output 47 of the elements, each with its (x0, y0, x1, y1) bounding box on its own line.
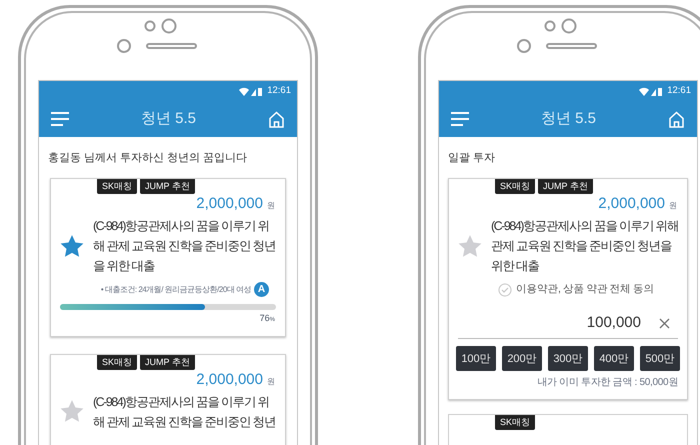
clear-icon[interactable] (659, 318, 670, 328)
preset-amount-button[interactable]: 300만 (548, 346, 588, 372)
preset-amount-button[interactable]: 200만 (502, 346, 542, 372)
tag-label: SK매칭 (97, 179, 138, 194)
tag-label: JUMP 추천 (538, 179, 593, 194)
loan-card[interactable]: SK매칭 (448, 414, 688, 445)
agreement-label[interactable]: 이용약관, 상품 약관 전체 동의 (516, 282, 654, 298)
home-icon[interactable] (668, 110, 685, 128)
loan-amount: 2,000,000 (196, 195, 263, 213)
page-heading: 홍길동 님께서 투자하신 청년의 꿈입니다 (48, 152, 248, 164)
preset-amount-button[interactable]: 100만 (456, 346, 496, 372)
tag-label: SK매칭 (97, 354, 138, 370)
preset-amount-button[interactable]: 400만 (594, 346, 634, 372)
home-icon[interactable] (268, 110, 285, 128)
menu-icon[interactable] (51, 112, 69, 126)
progress-percent: 76 (260, 312, 270, 325)
tag-label: SK매칭 (495, 415, 536, 430)
loan-amount: 2,000,000 (598, 195, 665, 213)
currency-unit: 원 (669, 200, 677, 212)
tag-label: JUMP 추천 (140, 179, 195, 194)
star-icon[interactable] (59, 399, 85, 424)
tag-label: SK매칭 (495, 179, 536, 194)
loan-title: (C-984)항공관제사의 꿈을 이루기 위해 관제 교육원 진학을 준비중인 청년을 위한 대출 (491, 218, 680, 275)
currency-unit: 원 (267, 376, 275, 388)
app-title: 청년 5.5 (140, 108, 196, 129)
amount-input[interactable]: 100,000 (458, 312, 678, 340)
menu-icon[interactable] (451, 112, 469, 126)
status-icons (239, 86, 264, 96)
page-heading: 일괄 투자 (448, 152, 496, 164)
star-icon[interactable] (59, 234, 85, 258)
check-circle-icon[interactable] (498, 282, 512, 297)
loan-title: (C-984)항공관제사의 꿈을 이루기 위해 관제 교육원 진학을 준비중인 청년 (93, 394, 276, 430)
currency-unit: 원 (267, 200, 275, 212)
status-time: 12:61 (267, 84, 291, 98)
loan-condition: • 대출조건: 24개월/ 원리금균등상환/20대 여성 (100, 284, 251, 296)
loan-amount: 2,000,000 (196, 370, 263, 388)
loan-title: (C-984)항공관제사의 꿈을 이루기 위해 관제 교육원 진학을 준비중인 청년을 위한 대출 (93, 218, 276, 275)
loan-card[interactable]: SK매칭 JUMP 추천 2,000,000 원 (C-984)항공관제사의 꿈을 이루기 위해 관제 교육원 진학을 준비중인 청년을 위한 대출 이용약관, 상품 약관 전체 동의 100,000 100만 200만 300만 400만 500만 내가 이미 투자한 금액 : 50,000원 (448, 178, 688, 400)
star-icon[interactable] (457, 234, 483, 258)
status-icons (639, 86, 664, 96)
grade-badge: A (254, 282, 269, 297)
loan-card[interactable]: SK매칭 JUMP 추천 2,000,000 원 (C-984)항공관제사의 꿈을 이루기 위해 관제 교육원 진학을 준비중인 청년 (50, 354, 286, 445)
tag-label: JUMP 추천 (140, 354, 195, 370)
app-title: 청년 5.5 (540, 108, 596, 129)
invested-amount-note: 내가 이미 투자한 금액 : 50,000원 (537, 376, 678, 390)
status-time: 12:61 (667, 84, 691, 98)
preset-amount-button[interactable]: 500만 (640, 346, 680, 372)
